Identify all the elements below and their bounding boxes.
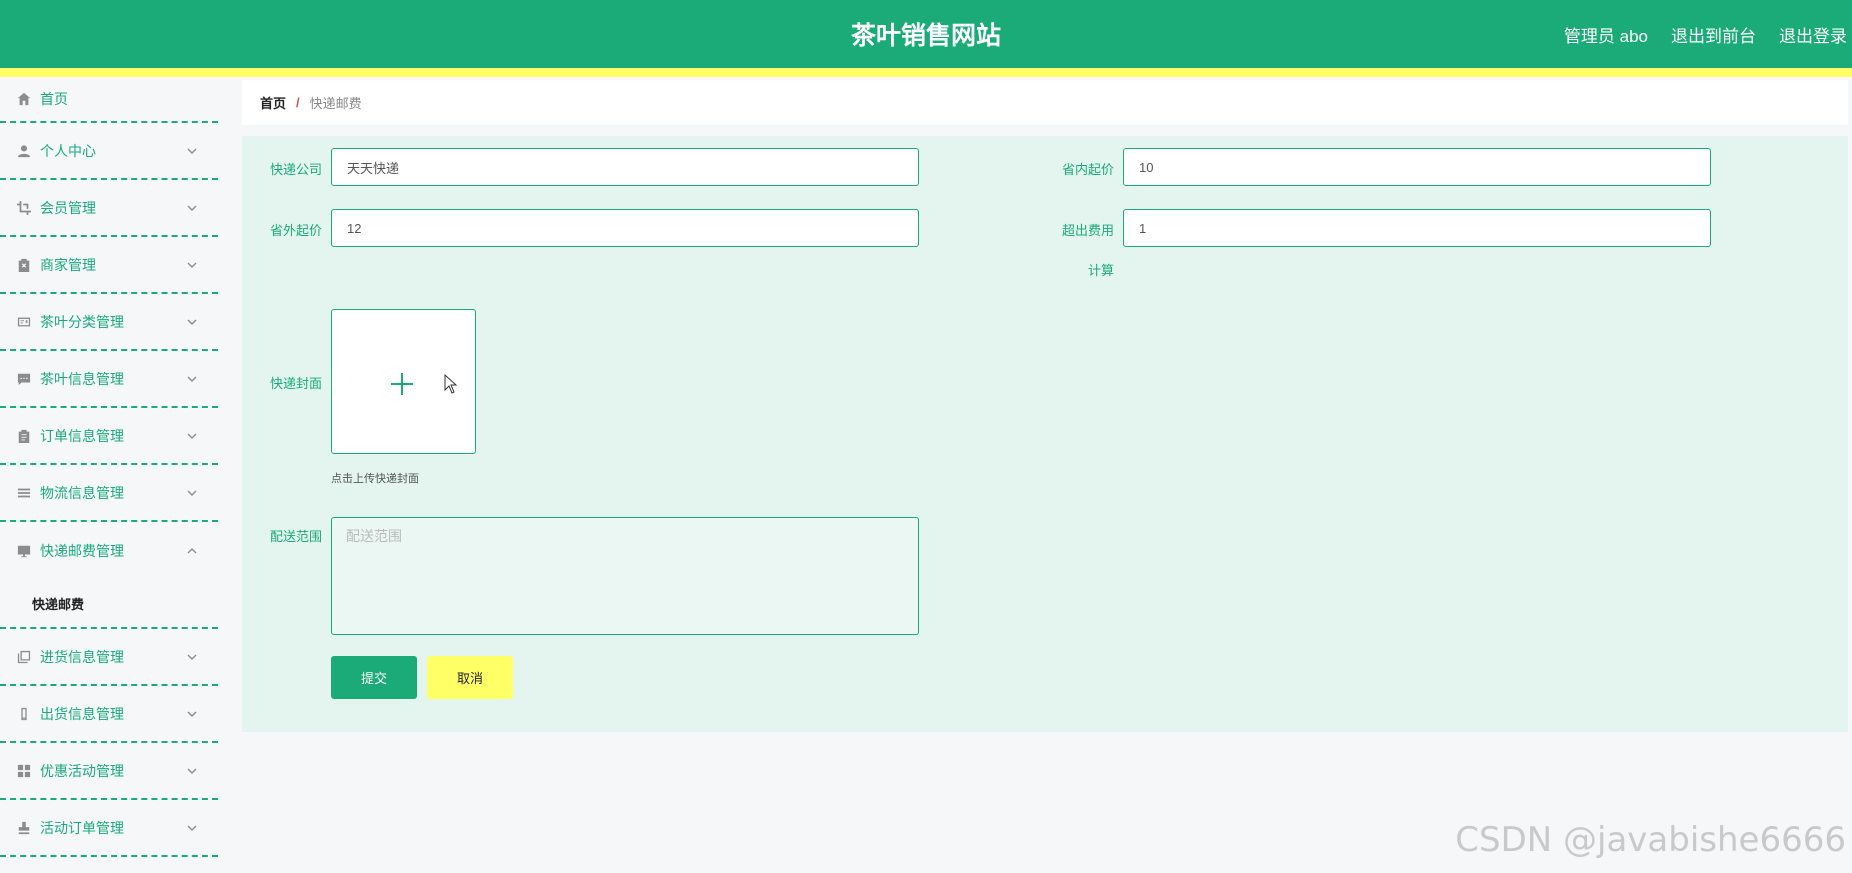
sidebar-subitem-express-fee[interactable]: 快递邮费 [0,579,218,629]
company-label: 快递公司 [269,162,322,177]
header-actions: 管理员 abo 退出到前台 退出登录 [1564,22,1847,47]
home-icon [17,92,31,106]
grid-icon [17,764,31,778]
breadcrumb: 首页 / 快递邮费 [242,80,1848,125]
cover-label: 快递封面 [269,376,322,391]
chevron-down-icon [186,144,198,156]
chevron-down-icon [186,201,198,213]
range-textarea[interactable]: 配送范围 [331,517,919,635]
sidebar-item-label: 快递邮费管理 [40,542,124,559]
chevron-down-icon [186,372,198,384]
logout-link[interactable]: 退出登录 [1779,22,1847,47]
back-to-front-link[interactable]: 退出到前台 [1671,22,1756,47]
out-province-price-label: 省外起价 [269,223,322,238]
copy-icon [17,650,31,664]
sidebar-item-purchase-info[interactable]: 进货信息管理 [0,629,218,686]
chevron-down-icon [186,821,198,833]
stamp-icon [17,821,31,835]
range-label: 配送范围 [269,529,322,544]
monitor-icon [17,544,31,558]
form-panel: 快递公司 天天快递 省内起价 10 省外起价 12 超出费用 计算 1 快递封面… [242,136,1848,732]
sidebar-item-activity-orders[interactable]: 活动订单管理 [0,800,218,857]
sidebar-item-label: 出货信息管理 [40,705,124,722]
sidebar-item-label: 个人中心 [40,142,96,159]
chevron-down-icon [186,650,198,662]
phone-icon [17,707,31,721]
sidebar-item-label: 会员管理 [40,199,96,216]
sidebar-item-members[interactable]: 会员管理 [0,180,218,237]
chevron-down-icon [186,486,198,498]
mouse-cursor-icon [444,374,458,394]
sidebar-item-express-fees[interactable]: 快递邮费管理 [0,522,218,579]
company-input[interactable]: 天天快递 [331,148,919,186]
breadcrumb-home[interactable]: 首页 [260,93,286,112]
sidebar-item-label: 进货信息管理 [40,648,124,665]
chevron-down-icon [186,429,198,441]
sidebar-item-label: 活动订单管理 [40,819,124,836]
sidebar-item-merchants[interactable]: 商家管理 [0,237,218,294]
sidebar: 首页 个人中心 会员管理 商家管理 茶叶分类管理 茶叶信息管理 订单信息管理 物… [0,77,218,873]
in-province-price-label: 省内起价 [1061,162,1114,177]
sidebar-item-tea-info[interactable]: 茶叶信息管理 [0,351,218,408]
sidebar-item-label: 优惠活动管理 [40,762,124,779]
breadcrumb-separator: / [296,95,300,110]
clipboard-x-icon [17,258,31,272]
submit-button[interactable]: 提交 [331,656,417,699]
sidebar-item-shipment-info[interactable]: 出货信息管理 [0,686,218,743]
sidebar-item-label: 商家管理 [40,256,96,273]
header-accent-bar [0,68,1852,77]
extra-fee-label-calc: 计算 [1087,263,1114,278]
sidebar-item-logistics[interactable]: 物流信息管理 [0,465,218,522]
id-card-icon [17,315,31,329]
top-header: 茶叶销售网站 管理员 abo 退出到前台 退出登录 [0,0,1852,68]
chat-icon [17,372,31,386]
sidebar-item-promotions[interactable]: 优惠活动管理 [0,743,218,800]
sidebar-item-label: 茶叶分类管理 [40,313,124,330]
plus-icon [391,373,413,395]
watermark: CSDN @javabishe6666 [1455,820,1846,860]
chevron-down-icon [186,707,198,719]
chevron-down-icon [186,258,198,270]
list-icon [17,486,31,500]
user-icon [17,144,31,158]
out-province-price-input[interactable]: 12 [331,209,919,247]
sidebar-item-tea-categories[interactable]: 茶叶分类管理 [0,294,218,351]
crop-icon [17,200,31,215]
cover-upload-hint: 点击上传快递封面 [331,473,419,485]
chevron-down-icon [186,315,198,327]
sidebar-item-label: 订单信息管理 [40,427,124,444]
extra-fee-input[interactable]: 1 [1123,209,1711,247]
chevron-up-icon [186,544,198,556]
cancel-button[interactable]: 取消 [427,656,513,699]
sidebar-item-label: 首页 [40,91,68,107]
clipboard-icon [17,429,31,443]
sidebar-item-home[interactable]: 首页 [0,77,218,123]
admin-user-label: 管理员 abo [1563,27,1648,46]
breadcrumb-current: 快递邮费 [309,96,362,111]
sidebar-item-label: 茶叶信息管理 [40,370,124,387]
sidebar-item-orders[interactable]: 订单信息管理 [0,408,218,465]
sidebar-item-personal-center[interactable]: 个人中心 [0,123,218,180]
in-province-price-input[interactable]: 10 [1123,148,1711,186]
chevron-down-icon [186,764,198,776]
extra-fee-label: 超出费用 [1061,223,1114,238]
sidebar-item-label: 物流信息管理 [40,484,124,501]
